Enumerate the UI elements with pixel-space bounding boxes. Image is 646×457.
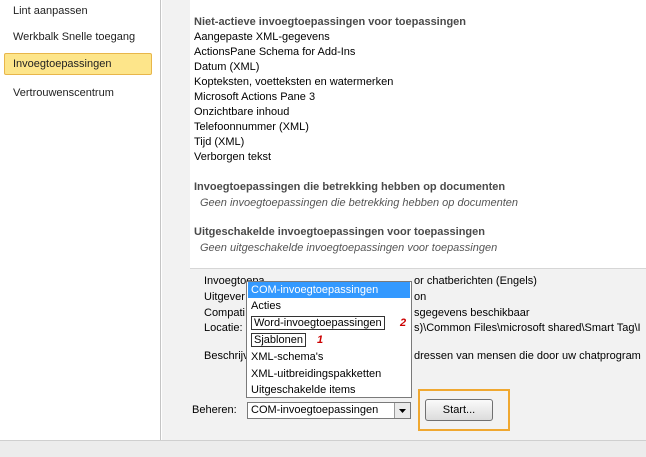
- list-item[interactable]: Onzichtbare inhoud: [194, 106, 289, 118]
- list-item[interactable]: Telefoonnummer (XML): [194, 121, 309, 133]
- start-button[interactable]: Start...: [425, 399, 493, 421]
- document-addins-heading: Invoegtoepassingen die betrekking hebben…: [194, 181, 506, 193]
- dropdown-option-word-addins[interactable]: Word-invoegtoepassingen: [248, 315, 410, 331]
- addins-list: Niet-actieve invoegtoepassingen voor toe…: [190, 0, 646, 269]
- dropdown-option-xml-expansion[interactable]: XML-uitbreidingspakketten: [248, 366, 410, 382]
- detail-description-label: Beschrijv: [204, 350, 249, 362]
- list-item[interactable]: Kopteksten, voetteksten en watermerken: [194, 76, 393, 88]
- manage-dropdown-list: COM-invoegtoepassingen Acties Word-invoe…: [246, 281, 412, 398]
- inactive-addins-heading: Niet-actieve invoegtoepassingen voor toe…: [194, 16, 467, 28]
- dropdown-option-actions[interactable]: Acties: [248, 298, 410, 314]
- dropdown-option-com[interactable]: COM-invoegtoepassingen: [248, 282, 410, 298]
- annotation-number-1: 1: [317, 334, 324, 346]
- list-item[interactable]: Aangepaste XML-gegevens: [194, 31, 330, 43]
- detail-addin-value: or chatberichten (Engels): [414, 275, 537, 287]
- detail-description-value: dressen van mensen die door uw chatprogr…: [414, 350, 641, 362]
- footer-bar: [0, 440, 646, 457]
- detail-publisher-label: Uitgever: [204, 291, 245, 303]
- chevron-down-icon[interactable]: [394, 403, 410, 418]
- dropdown-option-templates[interactable]: Sjablonen: [248, 332, 410, 348]
- sidebar-item-addins[interactable]: Invoegtoepassingen: [4, 53, 152, 75]
- options-sidebar: Lint aanpassen Werkbalk Snelle toegang I…: [0, 0, 161, 456]
- detail-location-label: Locatie:: [204, 322, 243, 334]
- detail-compat-value: sgegevens beschikbaar: [414, 307, 530, 319]
- sidebar-item-quick-access-toolbar[interactable]: Werkbalk Snelle toegang: [4, 26, 152, 48]
- list-item[interactable]: Tijd (XML): [194, 136, 244, 148]
- list-item[interactable]: ActionsPane Schema for Add-Ins: [194, 46, 355, 58]
- document-addins-note: Geen invoegtoepassingen die betrekking h…: [200, 197, 519, 209]
- manage-label: Beheren:: [192, 404, 237, 416]
- templates-option-label: Sjablonen: [251, 333, 306, 347]
- annotation-number-2: 2: [400, 317, 407, 329]
- disabled-addins-note: Geen uitgeschakelde invoegtoepassingen v…: [200, 242, 498, 254]
- word-addins-option-label: Word-invoegtoepassingen: [251, 316, 385, 330]
- detail-publisher-value: on: [414, 291, 427, 303]
- sidebar-item-customize-ribbon[interactable]: Lint aanpassen: [4, 0, 152, 22]
- detail-compat-label: Compati: [204, 307, 245, 319]
- list-item[interactable]: Microsoft Actions Pane 3: [194, 91, 315, 103]
- list-item[interactable]: Verborgen tekst: [194, 151, 271, 163]
- dropdown-option-xml-schemas[interactable]: XML-schema's: [248, 349, 410, 365]
- disabled-addins-heading: Uitgeschakelde invoegtoepassingen voor t…: [194, 226, 485, 238]
- manage-select-value: COM-invoegtoepassingen: [251, 404, 379, 416]
- sidebar-item-trust-center[interactable]: Vertrouwenscentrum: [4, 82, 152, 104]
- list-item[interactable]: Datum (XML): [194, 61, 259, 73]
- manage-select[interactable]: COM-invoegtoepassingen: [247, 402, 411, 419]
- detail-location-value: s)\Common Files\microsoft shared\Smart T…: [414, 322, 641, 334]
- dropdown-option-disabled-items[interactable]: Uitgeschakelde items: [248, 382, 410, 398]
